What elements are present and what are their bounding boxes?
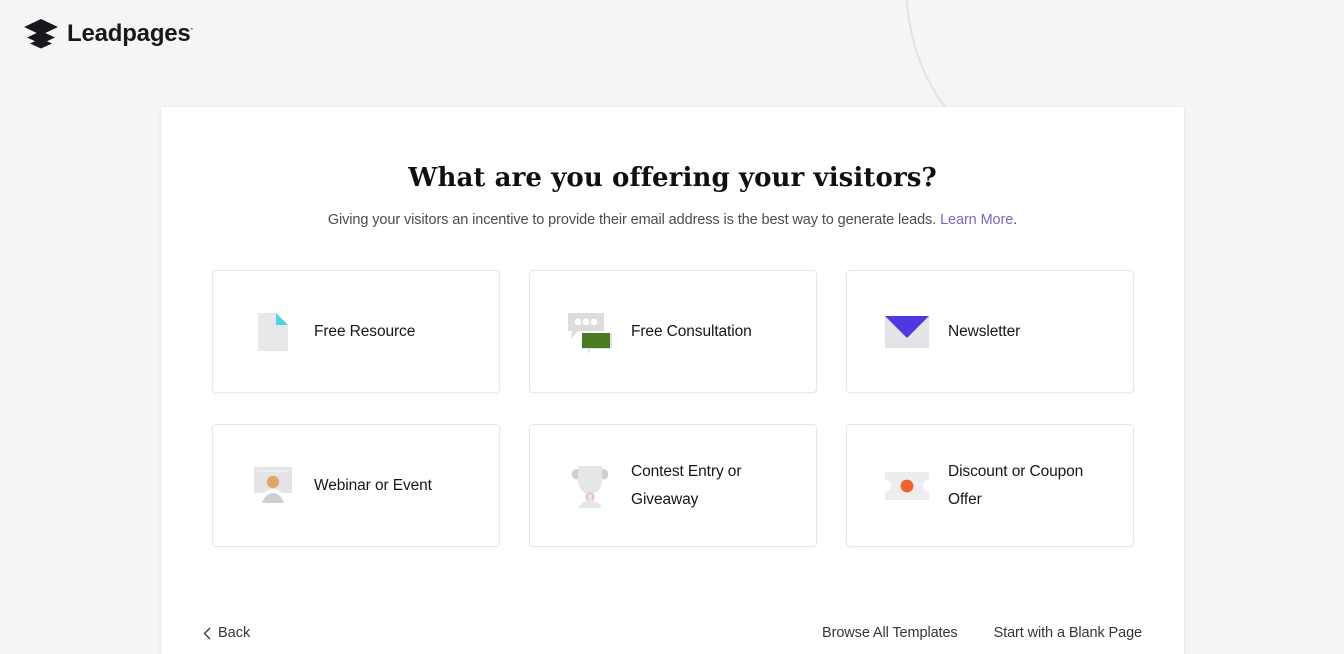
option-card-newsletter[interactable]: Newsletter — [846, 270, 1134, 393]
leadpages-logo[interactable]: Leadpages· — [24, 19, 194, 49]
offer-selection-panel: What are you offering your visitors? Giv… — [161, 107, 1184, 654]
option-card-webinar-or-event[interactable]: Webinar or Event — [212, 424, 500, 547]
panel-header: What are you offering your visitors? Giv… — [201, 163, 1144, 228]
trophy-icon — [566, 462, 614, 510]
browse-all-templates-link[interactable]: Browse All Templates — [822, 625, 958, 641]
ticket-coupon-icon — [883, 462, 931, 510]
learn-more-link[interactable]: Learn More — [940, 212, 1013, 228]
speech-bubbles-icon — [566, 308, 614, 356]
subtitle-period: . — [1013, 212, 1018, 228]
chevron-left-icon — [203, 627, 211, 639]
offer-options-grid: Free Resource Free Consultation Newslett… — [212, 270, 1134, 547]
panel-footer: Back Browse All Templates Start with a B… — [161, 599, 1184, 654]
option-label: Free Consultation — [631, 322, 752, 340]
option-card-discount-or-coupon-offer[interactable]: Discount or Coupon Offer — [846, 424, 1134, 547]
envelope-icon — [883, 308, 931, 356]
back-button[interactable]: Back — [203, 625, 250, 641]
back-button-label: Back — [218, 625, 251, 641]
brand-bar: Leadpages· — [0, 0, 1344, 68]
option-card-contest-entry-or-giveaway[interactable]: Contest Entry or Giveaway — [529, 424, 817, 547]
document-page-icon — [249, 308, 297, 356]
option-label: Webinar or Event — [314, 476, 432, 494]
page-subtitle-text: Giving your visitors an incentive to pro… — [327, 212, 937, 228]
option-label: Discount or Coupon Offer — [948, 462, 1084, 508]
option-card-free-resource[interactable]: Free Resource — [212, 270, 500, 393]
start-blank-page-link[interactable]: Start with a Blank Page — [994, 625, 1143, 641]
option-card-free-consultation[interactable]: Free Consultation — [529, 270, 817, 393]
page-title: What are you offering your visitors? — [408, 163, 937, 193]
brand-name: Leadpages· — [67, 20, 194, 47]
option-label: Contest Entry or Giveaway — [631, 462, 742, 508]
brand-name-text: Leadpages — [67, 20, 191, 47]
option-label: Newsletter — [948, 322, 1021, 340]
registered-mark: · — [190, 24, 194, 34]
footer-links: Browse All Templates Start with a Blank … — [822, 625, 1142, 641]
option-label: Free Resource — [314, 322, 416, 340]
presentation-person-icon — [249, 462, 297, 510]
stacked-layers-logo-icon — [24, 19, 58, 49]
page-subtitle: Giving your visitors an incentive to pro… — [201, 212, 1144, 228]
